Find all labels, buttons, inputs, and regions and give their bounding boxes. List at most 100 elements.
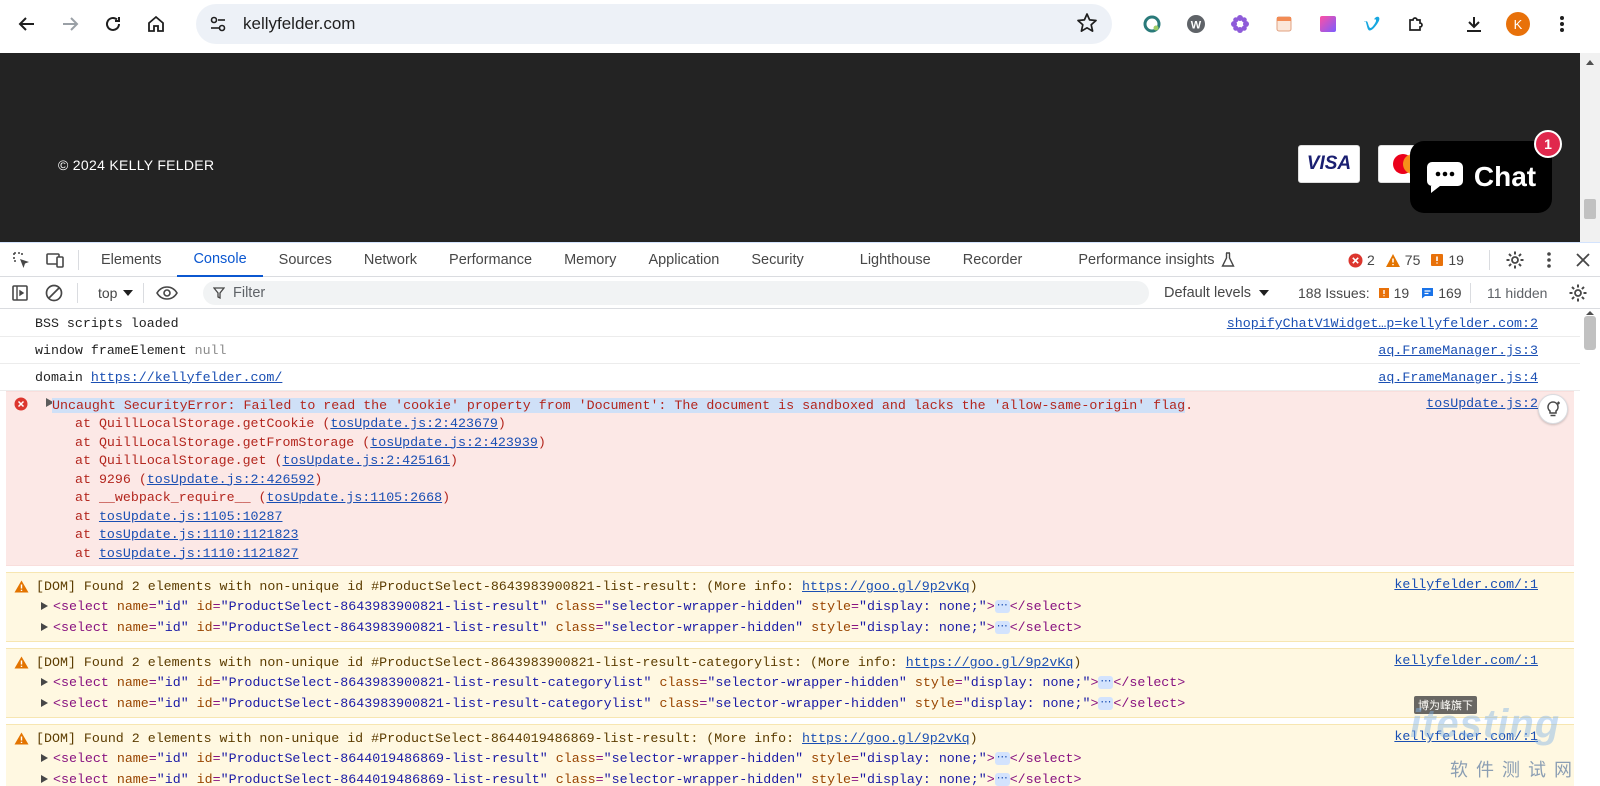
domain-link[interactable]: https://kellyfelder.com/ [91,370,283,385]
flask-icon [1220,251,1235,267]
bookmark-star-icon[interactable] [1076,12,1098,34]
stack-link[interactable]: tosUpdate.js:2:423939 [370,435,538,450]
profile-button[interactable]: K [1496,6,1540,42]
console-log-line: BSS scripts loaded shopifyChatV1Widget…p… [0,310,1580,337]
issues-info-count: 169 [1438,285,1462,301]
console-filter-input[interactable]: Filter [203,281,1149,305]
source-link[interactable]: kellyfelder.com/:1 [1394,653,1538,668]
stack-link[interactable]: tosUpdate.js:2:423679 [330,416,498,431]
stack-link[interactable]: tosUpdate.js:2:426592 [147,472,315,487]
log-levels-dropdown[interactable]: Default levels [1164,277,1270,309]
address-bar[interactable]: kellyfelder.com [196,4,1112,44]
back-button[interactable] [8,5,46,43]
ellipsis-badge[interactable]: ⋯ [1098,675,1114,689]
page-scroll-thumb[interactable] [1584,199,1596,219]
warning-count[interactable]: 75 [1385,252,1420,268]
source-link[interactable]: kellyfelder.com/:1 [1394,577,1538,592]
dom-node-line[interactable]: <select name="id" id="ProductSelect-8643… [6,672,1574,693]
tab-security[interactable]: Security [735,243,843,277]
tab-application[interactable]: Application [632,243,735,277]
menu-kebab-icon[interactable] [1540,6,1584,42]
stack-link[interactable]: tosUpdate.js:1105:2668 [267,490,443,505]
close-devtools-icon[interactable] [1566,243,1600,277]
home-button[interactable] [137,5,175,43]
settings-gear-icon[interactable] [1498,243,1532,277]
tab-performance[interactable]: Performance [433,243,548,277]
puzzle-extensions-icon[interactable] [1394,6,1438,42]
page-scrollbar[interactable] [1580,53,1600,242]
more-info-link[interactable]: https://goo.gl/9p2vKq [906,655,1074,670]
wordtune-extension-icon[interactable]: W [1174,6,1218,42]
issue-count[interactable]: 19 [1430,252,1464,268]
tab-lighthouse[interactable]: Lighthouse [844,243,947,277]
dropdown-arrow-icon [1259,290,1270,296]
source-link[interactable]: aq.FrameManager.js:4 [1378,370,1538,385]
ai-insight-lightbulb-icon[interactable] [1538,394,1568,424]
visa-payment-icon: VISA [1298,145,1360,183]
expand-triangle-icon [41,775,48,783]
stack-trace-line: at QuillLocalStorage.getFromStorage (tos… [75,434,546,450]
source-link[interactable]: aq.FrameManager.js:3 [1378,343,1538,358]
notes-extension-icon[interactable] [1262,6,1306,42]
url-text[interactable]: kellyfelder.com [243,14,355,34]
stack-link[interactable]: tosUpdate.js:1110:1121823 [99,527,299,542]
chat-unread-badge: 1 [1534,130,1562,158]
stack-link[interactable]: tosUpdate.js:1105:10287 [99,509,283,524]
ellipsis-badge[interactable]: ⋯ [1098,696,1114,710]
clear-console-icon[interactable] [37,276,71,310]
gradient-extension-icon[interactable] [1306,6,1350,42]
tab-sources[interactable]: Sources [263,243,348,277]
tab-performance-insights[interactable]: Performance insights [1062,243,1250,277]
reload-button[interactable] [94,5,132,43]
message-counts[interactable]: 2 75 19 [1348,243,1474,277]
console-scroll-thumb[interactable] [1584,316,1596,350]
tab-recorder[interactable]: Recorder [947,243,1063,277]
tab-console[interactable]: Console [177,243,263,277]
dom-node-line[interactable]: <select name="id" id="ProductSelect-8644… [6,748,1574,769]
issue-count-value: 19 [1448,252,1464,268]
live-expression-eye-icon[interactable] [150,276,184,310]
divider [1489,250,1490,270]
tab-memory[interactable]: Memory [548,243,632,277]
divider [1470,283,1471,303]
stack-trace-line: at tosUpdate.js:1105:10287 [75,508,283,524]
source-link[interactable]: kellyfelder.com/:1 [1394,729,1538,744]
ellipsis-badge[interactable]: ⋯ [994,772,1010,786]
sidebar-toggle-icon[interactable] [3,276,37,310]
console-messages: BSS scripts loaded shopifyChatV1Widget…p… [0,310,1580,786]
error-count[interactable]: 2 [1348,252,1375,268]
site-info-button[interactable] [201,7,235,41]
console-settings-gear-icon[interactable] [1568,283,1588,303]
copyright-text: © 2024 KELLY FELDER [58,157,215,173]
dom-node-line[interactable]: <select name="id" id="ProductSelect-8643… [6,596,1574,617]
flower-extension-icon[interactable] [1218,6,1262,42]
source-link[interactable]: shopifyChatV1Widget…p=kellyfelder.com:2 [1227,316,1538,331]
devtools-menu-icon[interactable] [1532,243,1566,277]
issue-warning-flag-icon [1378,288,1389,298]
stack-link[interactable]: tosUpdate.js:2:425161 [282,453,450,468]
download-icon[interactable] [1452,6,1496,42]
tab-network[interactable]: Network [348,243,433,277]
tab-elements[interactable]: Elements [85,243,177,277]
inspect-element-icon[interactable] [4,243,38,277]
ellipsis-badge[interactable]: ⋯ [994,599,1010,613]
divider [77,282,78,303]
console-scrollbar[interactable] [1580,310,1600,786]
context-selector[interactable]: top [98,285,134,301]
quill-extension-icon[interactable] [1130,6,1174,42]
stack-link[interactable]: tosUpdate.js:1110:1121827 [99,546,299,561]
dom-node-line[interactable]: <select name="id" id="ProductSelect-8644… [6,769,1574,786]
warning-icon [14,732,29,745]
issues-summary[interactable]: 188 Issues: 19 169 [1298,277,1462,309]
ellipsis-badge[interactable]: ⋯ [994,620,1010,634]
vimeo-extension-icon[interactable] [1350,6,1394,42]
forward-button[interactable] [51,5,89,43]
more-info-link[interactable]: https://goo.gl/9p2vKq [802,579,970,594]
dom-node-line[interactable]: <select name="id" id="ProductSelect-8643… [6,693,1574,714]
source-link[interactable]: tosUpdate.js:2 [1426,396,1538,411]
ellipsis-badge[interactable]: ⋯ [994,751,1010,765]
more-info-link[interactable]: https://goo.gl/9p2vKq [802,731,970,746]
chat-button[interactable]: Chat [1410,141,1552,213]
dom-node-line[interactable]: <select name="id" id="ProductSelect-8643… [6,617,1574,638]
device-toolbar-icon[interactable] [38,243,72,277]
